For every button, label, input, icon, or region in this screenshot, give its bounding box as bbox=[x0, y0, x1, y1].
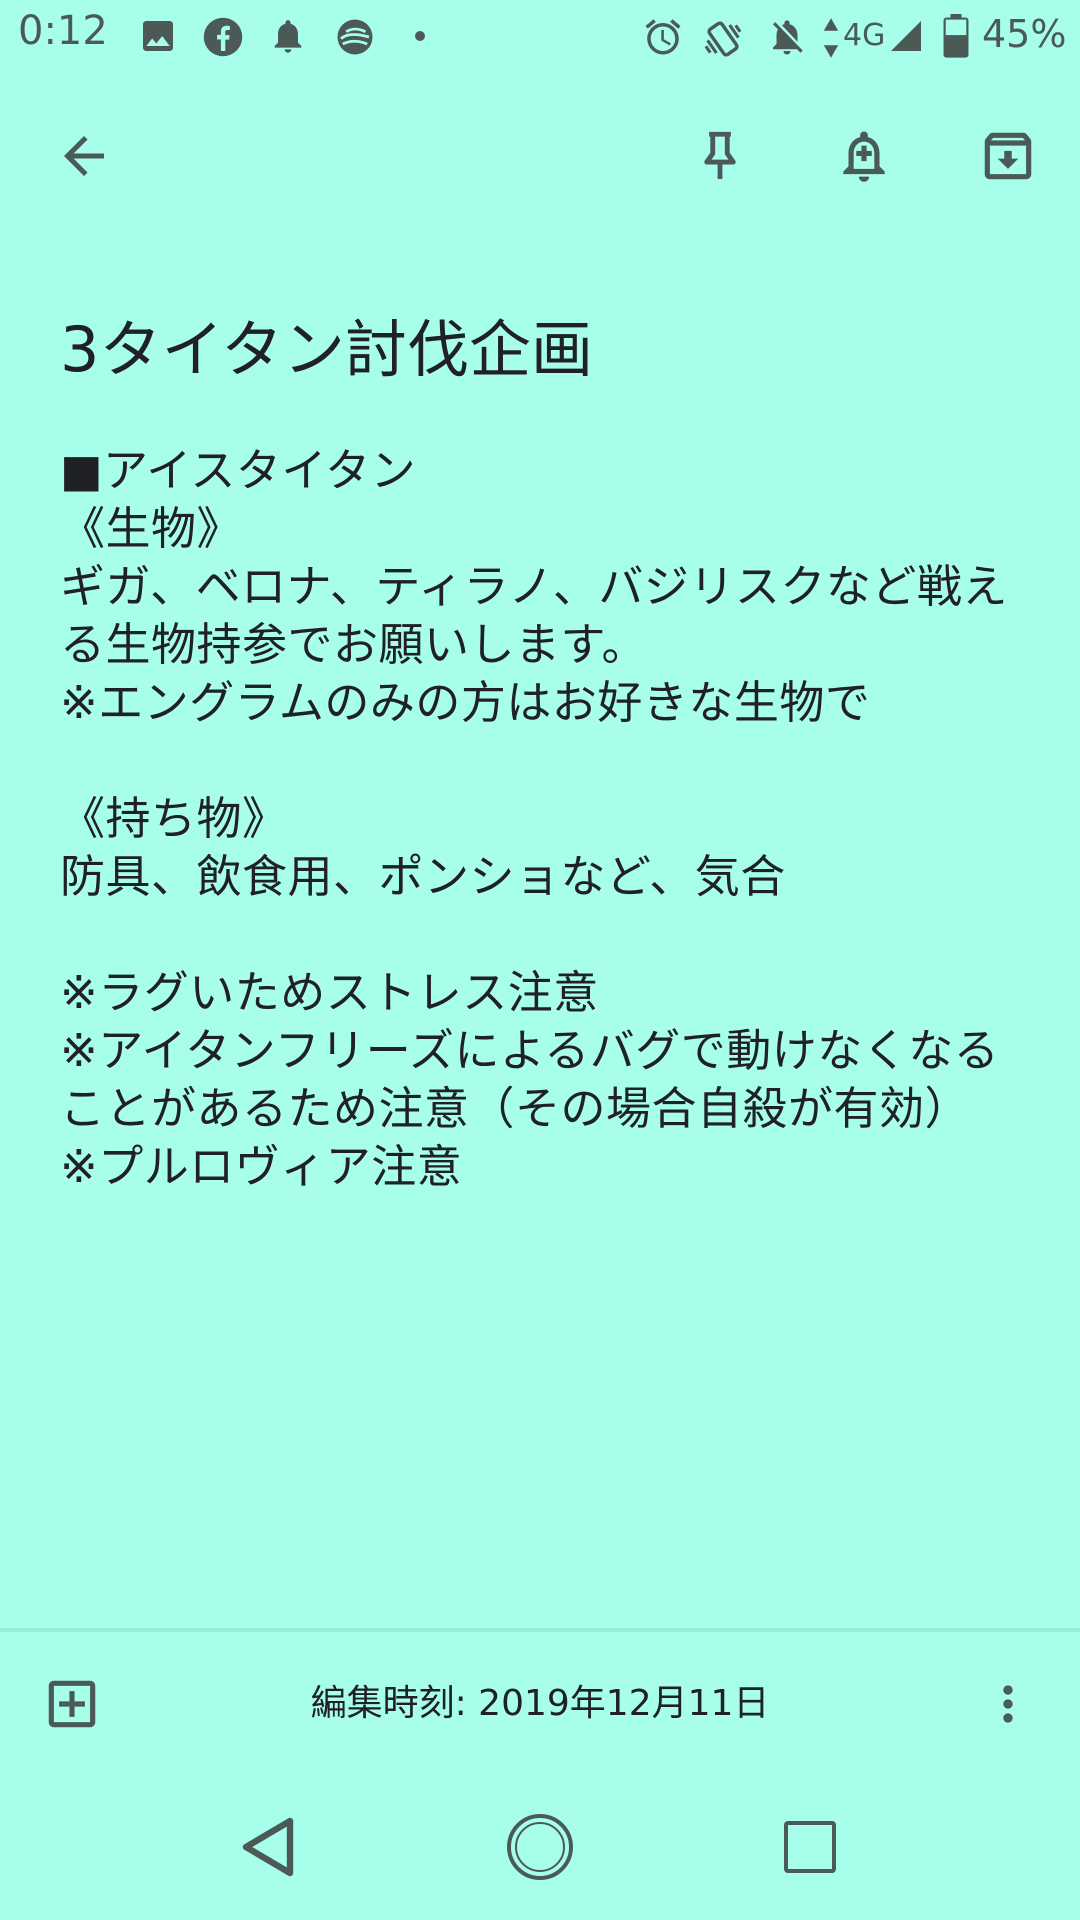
status-time: 0:12 bbox=[18, 8, 108, 54]
data-arrows-icon bbox=[823, 18, 839, 58]
notification-bell-icon bbox=[274, 20, 302, 53]
signal-icon bbox=[891, 21, 921, 51]
nav-back-button[interactable] bbox=[208, 1787, 328, 1907]
nav-recents-icon bbox=[784, 1821, 836, 1873]
more-vert-icon bbox=[1003, 1685, 1013, 1723]
add-button[interactable] bbox=[24, 1656, 120, 1752]
reminder-button[interactable] bbox=[816, 108, 912, 204]
nav-home-button[interactable] bbox=[480, 1787, 600, 1907]
back-button[interactable] bbox=[36, 108, 132, 204]
alarm-icon bbox=[645, 19, 681, 55]
back-arrow-icon bbox=[64, 136, 104, 176]
more-options-button[interactable] bbox=[960, 1656, 1056, 1752]
nav-home-icon bbox=[507, 1814, 573, 1880]
note-title[interactable]: 3タイタン討伐企画 bbox=[60, 310, 1020, 390]
archive-button[interactable] bbox=[960, 108, 1056, 204]
dot-icon bbox=[415, 31, 425, 41]
battery-icon bbox=[943, 14, 969, 58]
nav-back-icon bbox=[242, 1817, 294, 1877]
add-box-icon bbox=[48, 1680, 96, 1728]
network-type: 4G bbox=[843, 18, 886, 53]
nav-recents-button[interactable] bbox=[750, 1787, 870, 1907]
pin-icon bbox=[704, 131, 736, 179]
note-body[interactable]: ■アイスタイタン 《生物》 ギガ、ベロナ、ティラノ、バジリスクなど戦える生物持参… bbox=[60, 442, 1035, 1196]
reminder-bell-icon bbox=[843, 131, 885, 182]
facebook-icon bbox=[203, 17, 243, 57]
status-bar: 0:12 4G 45% bbox=[0, 0, 1080, 76]
mute-icon bbox=[773, 20, 803, 55]
image-icon bbox=[143, 21, 173, 51]
pin-button[interactable] bbox=[672, 108, 768, 204]
vibrate-icon bbox=[704, 21, 742, 57]
edited-time: 編集時刻: 2019年12月11日 bbox=[310, 1683, 770, 1724]
archive-icon bbox=[984, 132, 1032, 180]
battery-percent: 45% bbox=[982, 12, 1067, 56]
app-icon bbox=[337, 19, 373, 55]
